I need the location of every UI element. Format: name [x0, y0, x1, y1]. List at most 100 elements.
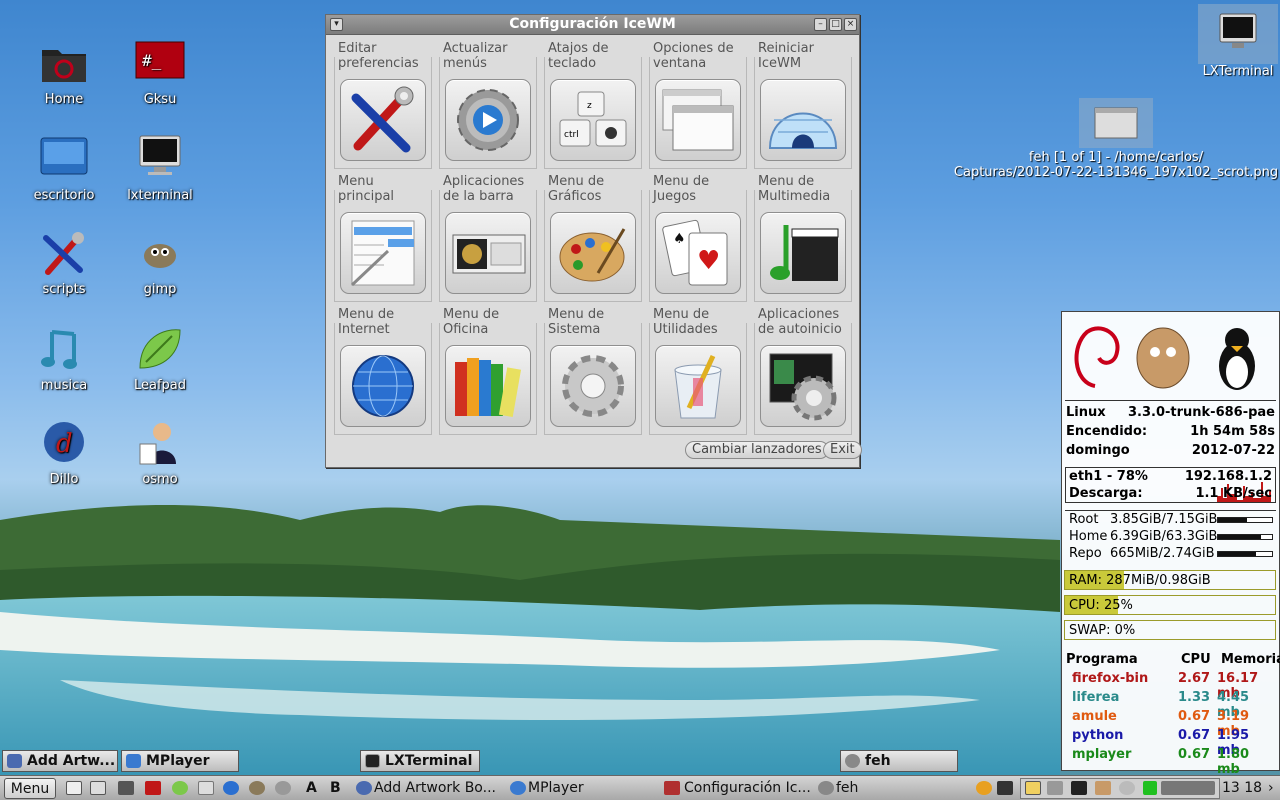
monitor-icon[interactable] — [997, 781, 1013, 795]
process-cpu: 0.67 — [1178, 747, 1211, 762]
desktop-icon-gksu[interactable]: #_ Gksu — [112, 38, 208, 107]
aplicaciones-autoinicio-button[interactable] — [760, 345, 846, 427]
dillo-icon: d — [38, 418, 90, 470]
task-mplayer[interactable]: MPlayer — [510, 778, 660, 799]
window-list-icon[interactable] — [90, 781, 106, 795]
desktop-icon-home[interactable]: Home — [16, 38, 112, 107]
applet-icon[interactable] — [976, 781, 992, 795]
conky-system-monitor: Linux 3.3.0-trunk-686-pae Encendido: 1h 54… — [1061, 311, 1280, 777]
conky-proc-header: Programa CPU Memoria — [1066, 652, 1280, 667]
process-cpu: 0.67 — [1178, 709, 1211, 724]
clock[interactable]: 13 18 — [1222, 778, 1262, 799]
menu-utilidades-button[interactable] — [655, 345, 741, 427]
desktop-icon-scripts[interactable]: scripts — [16, 228, 112, 297]
close-icon[interactable]: × — [844, 18, 857, 31]
menu-internet-button[interactable] — [340, 345, 426, 427]
gimp-icon[interactable] — [249, 781, 265, 795]
clipboard-icon[interactable] — [1025, 781, 1041, 795]
gnu-head-icon[interactable] — [1095, 781, 1111, 795]
start-menu-button[interactable]: Menu — [4, 778, 56, 799]
show-desktop-icon[interactable] — [66, 781, 82, 795]
minimize-icon[interactable]: – — [814, 18, 827, 31]
maximize-icon[interactable]: □ — [829, 18, 842, 31]
desktop-icon-osmo[interactable]: osmo — [112, 418, 208, 487]
menu-principal-button[interactable] — [340, 212, 426, 294]
aplicaciones-barra-button[interactable] — [445, 212, 531, 294]
tux-penguin-icon — [1219, 328, 1255, 390]
launcher-menu-sistema: Menu de Sistema — [544, 307, 646, 435]
tools-icon — [664, 781, 680, 795]
process-row: firefox-bin 2.67 16.17 mb — [1072, 671, 1275, 701]
task-configuracion[interactable]: Configuración Ic... — [664, 778, 814, 799]
task-feh[interactable]: feh — [818, 778, 968, 799]
desktop-icon-gimp[interactable]: gimp — [112, 228, 208, 297]
process-name: firefox-bin — [1072, 671, 1149, 686]
system-gear-icon — [562, 355, 624, 417]
menu-sistema-button[interactable] — [550, 345, 636, 427]
menu-graficos-button[interactable] — [550, 212, 636, 294]
fpm-icon[interactable] — [1071, 781, 1087, 795]
desktop-icon-label: Gksu — [143, 92, 177, 107]
folder-icon[interactable] — [198, 781, 214, 795]
editar-preferencias-button[interactable] — [340, 79, 426, 161]
conky-swap-meter: SWAP: 0% — [1064, 620, 1276, 640]
feh-window-icon[interactable]: feh [1 of 1] - /home/carlos/ Capturas/20… — [952, 98, 1280, 180]
opciones-ventana-button[interactable] — [655, 79, 741, 161]
lxterminal-window-label: LXTerminal — [1202, 64, 1274, 79]
desktop-icon-leafpad[interactable]: Leafpad — [112, 324, 208, 393]
folder-red-icon — [38, 38, 90, 90]
svg-text:#_: #_ — [142, 51, 162, 70]
volume-icon[interactable] — [1047, 781, 1063, 795]
launcher-aplicaciones-autoinicio: Aplicaciones de autoinicio — [754, 307, 856, 435]
minimized-label: Add Artw... — [27, 753, 116, 769]
desktop-icon-lxterminal[interactable]: lxterminal — [112, 134, 208, 203]
settings-gear-icon[interactable] — [275, 781, 291, 795]
desktop-icon-musica[interactable]: musica — [16, 324, 112, 393]
window-titlebar[interactable]: ▾ Configuración IceWM – □ × — [326, 15, 859, 35]
network-icon[interactable] — [1119, 781, 1135, 795]
exit-button[interactable]: Exit — [823, 441, 862, 459]
desktop-icon-escritorio[interactable]: escritorio — [16, 134, 112, 203]
disk-usage-bar — [1217, 534, 1273, 540]
conky-network-box: eth1 - 78% 192.168.1.2 Descarga: 1.1 KB/se… — [1065, 467, 1276, 503]
leafpad-icon[interactable] — [172, 781, 188, 795]
desktop-icon-dillo[interactable]: d Dillo — [16, 418, 112, 487]
desktop-switcher-icon[interactable] — [118, 781, 134, 795]
menu-juegos-button[interactable]: ♠ ♥ — [655, 212, 741, 294]
launcher-atajos-teclado: Atajos de teclado z ctrl — [544, 41, 646, 169]
minimized-mplayer-window[interactable]: MPlayer — [121, 750, 239, 772]
globe-icon[interactable] — [223, 781, 239, 795]
taskbar-app-icon — [452, 234, 526, 274]
menu-oficina-button[interactable] — [445, 345, 531, 427]
keyboard-keys-icon: z ctrl — [559, 91, 627, 147]
menu-multimedia-button[interactable] — [760, 212, 846, 294]
process-name: liferea — [1072, 690, 1120, 705]
igloo-icon — [768, 112, 838, 149]
feh-window-label-line1: feh [1 of 1] - /home/carlos/ — [1028, 150, 1204, 165]
desktop-folder-icon — [38, 134, 90, 186]
wrench-screwdriver-icon — [351, 86, 414, 153]
svg-text:♥: ♥ — [697, 246, 720, 276]
launcher-actualizar-menus: Actualizar menús — [439, 41, 541, 169]
workspace-b-button[interactable]: B — [330, 778, 341, 799]
launcher-menu-utilidades: Menu de Utilidades — [649, 307, 751, 435]
chevron-right-icon[interactable]: › — [1268, 778, 1274, 799]
disk-usage-bar — [1217, 517, 1273, 523]
terminal-red-icon[interactable] — [145, 781, 161, 795]
minimized-label: LXTerminal — [385, 753, 473, 769]
actualizar-menus-button[interactable] — [445, 79, 531, 161]
conky-disk-repo: Repo 665MiB/2.74GiB — [1069, 546, 1273, 562]
desktop-icon-lxterminal-window[interactable]: LXTerminal — [1196, 4, 1280, 79]
reiniciar-icewm-button[interactable] — [760, 79, 846, 161]
minimized-artwork-window[interactable]: Add Artw... — [2, 750, 118, 772]
minimized-feh-window[interactable]: feh — [840, 750, 958, 772]
desktop-icon-label: musica — [40, 378, 88, 393]
globe-icon — [352, 355, 414, 417]
cambiar-lanzadores-button[interactable]: Cambiar lanzadores — [685, 441, 829, 459]
task-artwork[interactable]: Add Artwork Bo... — [356, 778, 506, 799]
atajos-teclado-button[interactable]: z ctrl — [550, 79, 636, 161]
minimized-lxterminal-window[interactable]: LXTerminal — [360, 750, 480, 772]
workspace-a-button[interactable]: A — [306, 778, 317, 799]
launcher-menu-multimedia: Menu de Multimedia — [754, 174, 856, 302]
cpu-graph-icon — [1143, 781, 1157, 795]
